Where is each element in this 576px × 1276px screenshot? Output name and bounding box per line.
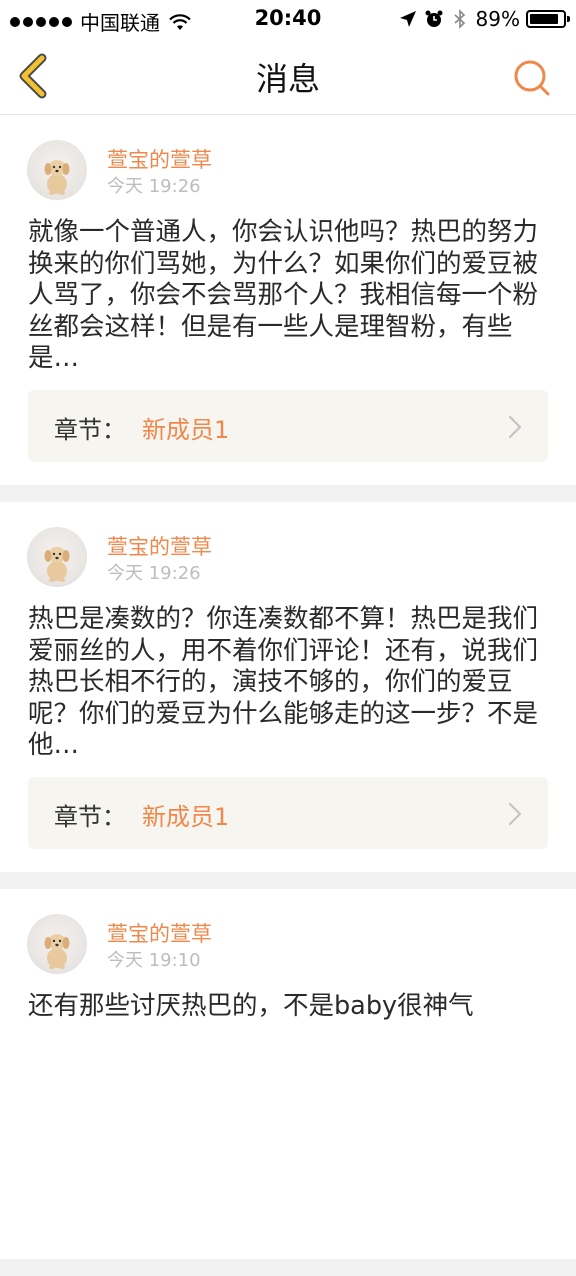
status-right: 89% bbox=[398, 7, 570, 31]
user-name[interactable]: 萱宝的萱草 bbox=[107, 144, 212, 174]
message-feed: 萱宝的萱草 今天 19:26 就像一个普通人，你会认识他吗？热巴的努力换来的你们… bbox=[0, 115, 576, 1276]
chapter-link[interactable]: 章节： 新成员1 bbox=[28, 777, 548, 849]
chapter-label: 章节： bbox=[54, 803, 126, 831]
puppy-avatar-icon bbox=[44, 160, 70, 195]
page-title: 消息 bbox=[255, 60, 320, 98]
battery-percent: 89% bbox=[475, 7, 520, 31]
user-name[interactable]: 萱宝的萱草 bbox=[107, 918, 212, 948]
post-time: 今天 19:10 bbox=[107, 950, 201, 971]
nav-bar: 消息 bbox=[0, 38, 576, 115]
message-content[interactable]: 还有那些讨厌热巴的，不是baby很神气 bbox=[28, 991, 552, 1023]
avatar[interactable] bbox=[27, 914, 87, 974]
post-time: 今天 19:26 bbox=[107, 176, 201, 197]
message-card[interactable]: 萱宝的萱草 今天 19:26 就像一个普通人，你会认识他吗？热巴的努力换来的你们… bbox=[0, 115, 576, 485]
chevron-right-icon bbox=[508, 802, 522, 826]
message-content[interactable]: 热巴是凑数的？你连凑数都不算！热巴是我们爱丽丝的人，用不着你们评论！还有，说我们… bbox=[28, 604, 552, 762]
message-card[interactable]: 萱宝的萱草 今天 19:26 热巴是凑数的？你连凑数都不算！热巴是我们爱丽丝的人… bbox=[0, 502, 576, 872]
chapter-name: 新成员1 bbox=[142, 803, 230, 831]
search-icon[interactable] bbox=[512, 58, 552, 98]
puppy-avatar-icon bbox=[44, 547, 70, 582]
battery-icon bbox=[526, 10, 570, 28]
puppy-avatar-icon bbox=[44, 934, 70, 969]
chevron-right-icon bbox=[508, 415, 522, 439]
alarm-clock-icon bbox=[425, 10, 443, 27]
status-bar: 中国联通 20:40 89% bbox=[0, 0, 576, 38]
avatar[interactable] bbox=[27, 527, 87, 587]
bluetooth-icon bbox=[454, 9, 465, 29]
message-content[interactable]: 就像一个普通人，你会认识他吗？热巴的努力换来的你们骂她，为什么？如果你们的爱豆被… bbox=[28, 217, 552, 375]
post-time: 今天 19:26 bbox=[107, 563, 201, 584]
location-arrow-icon bbox=[399, 11, 416, 27]
chapter-label: 章节： bbox=[54, 416, 126, 444]
chapter-name: 新成员1 bbox=[142, 416, 230, 444]
chapter-link[interactable]: 章节： 新成员1 bbox=[28, 390, 548, 462]
avatar[interactable] bbox=[27, 140, 87, 200]
message-card[interactable]: 萱宝的萱草 今天 19:10 还有那些讨厌热巴的，不是baby很神气 bbox=[0, 889, 576, 1259]
user-name[interactable]: 萱宝的萱草 bbox=[107, 531, 212, 561]
